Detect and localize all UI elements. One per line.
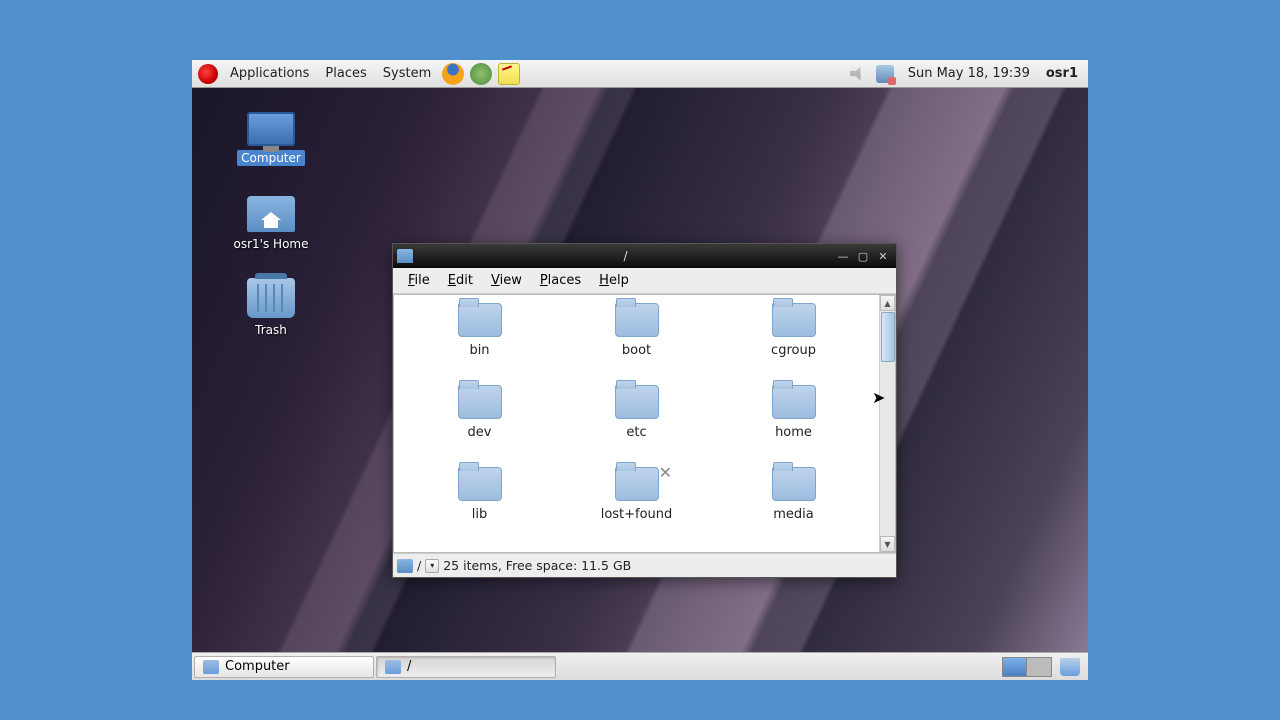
menu-view[interactable]: View xyxy=(482,271,531,290)
desktop-trash-icon[interactable]: Trash xyxy=(226,278,316,338)
file-manager-window: / — ▢ ✕ File Edit View Places Help bin bo… xyxy=(392,243,897,578)
menu-places[interactable]: Places xyxy=(531,271,590,290)
location-path[interactable]: / xyxy=(417,558,421,573)
taskbar-entry-computer[interactable]: Computer xyxy=(194,656,374,678)
trash-icon xyxy=(247,278,295,318)
network-icon[interactable] xyxy=(876,65,894,83)
status-text: 25 items, Free space: 11.5 GB xyxy=(443,558,631,573)
folder-lib[interactable]: lib xyxy=(406,467,553,545)
folder-boot[interactable]: boot xyxy=(563,303,710,381)
desktop-icon-label: Computer xyxy=(237,150,305,166)
clock[interactable]: Sun May 18, 19:39 xyxy=(898,66,1040,81)
folder-label: etc xyxy=(626,425,646,440)
menu-places[interactable]: Places xyxy=(317,60,374,87)
home-folder-icon xyxy=(247,196,295,232)
volume-icon[interactable] xyxy=(850,65,868,83)
workspace-2[interactable] xyxy=(1027,658,1051,676)
vertical-scrollbar[interactable]: ▲ ▼ xyxy=(879,295,895,552)
menu-file[interactable]: File xyxy=(399,271,439,290)
desktop-icon-label: Trash xyxy=(251,322,291,338)
desktop-icon-label: osr1's Home xyxy=(230,236,313,252)
notes-launcher-icon[interactable] xyxy=(498,63,520,85)
desktop[interactable]: Computer osr1's Home Trash / — ▢ ✕ File … xyxy=(192,88,1088,652)
folder-icon xyxy=(458,303,502,337)
folder-icon xyxy=(772,385,816,419)
scroll-up-button[interactable]: ▲ xyxy=(880,295,895,311)
folder-icon xyxy=(772,303,816,337)
folder-icon xyxy=(458,467,502,501)
status-bar: / ▾ 25 items, Free space: 11.5 GB xyxy=(393,553,896,577)
folder-home[interactable]: home xyxy=(720,385,867,463)
folder-label: media xyxy=(773,507,814,522)
computer-icon xyxy=(247,112,295,146)
workspace-1[interactable] xyxy=(1003,658,1027,676)
desktop-home-icon[interactable]: osr1's Home xyxy=(226,196,316,252)
scroll-track[interactable] xyxy=(880,363,895,536)
folder-icon xyxy=(615,385,659,419)
window-folder-icon xyxy=(397,249,413,263)
workspace-switcher[interactable] xyxy=(1002,657,1052,677)
folder-icon xyxy=(615,303,659,337)
menu-edit[interactable]: Edit xyxy=(439,271,482,290)
folder-etc[interactable]: etc xyxy=(563,385,710,463)
window-title: / xyxy=(419,249,832,263)
window-maximize-button[interactable]: ▢ xyxy=(854,248,872,264)
folder-bin[interactable]: bin xyxy=(406,303,553,381)
folder-cgroup[interactable]: cgroup xyxy=(720,303,867,381)
folder-icon xyxy=(458,385,502,419)
folder-label: home xyxy=(775,425,812,440)
folder-label: lost+found xyxy=(601,507,673,522)
menu-help[interactable]: Help xyxy=(590,271,638,290)
browser-launcher-icon[interactable] xyxy=(470,63,492,85)
panel-trash-icon[interactable] xyxy=(1060,658,1080,676)
folder-label: dev xyxy=(468,425,492,440)
task-label: / xyxy=(407,659,411,674)
task-computer-icon xyxy=(203,660,219,674)
scroll-down-button[interactable]: ▼ xyxy=(880,536,895,552)
task-label: Computer xyxy=(225,659,290,674)
folder-label: lib xyxy=(472,507,487,522)
window-close-button[interactable]: ✕ xyxy=(874,248,892,264)
task-folder-icon xyxy=(385,660,401,674)
distro-logo-icon[interactable] xyxy=(198,64,218,84)
file-manager-menubar: File Edit View Places Help xyxy=(393,268,896,294)
folder-label: bin xyxy=(469,343,489,358)
folder-media[interactable]: media xyxy=(720,467,867,545)
location-dropdown-button[interactable]: ▾ xyxy=(425,559,439,573)
location-folder-icon[interactable] xyxy=(397,559,413,573)
window-titlebar[interactable]: / — ▢ ✕ xyxy=(393,244,896,268)
folder-label: cgroup xyxy=(771,343,816,358)
folder-icon xyxy=(615,467,659,501)
user-menu[interactable]: osr1 xyxy=(1040,66,1088,81)
folder-label: boot xyxy=(622,343,651,358)
menu-system[interactable]: System xyxy=(375,60,439,87)
folder-dev[interactable]: dev xyxy=(406,385,553,463)
folder-icon xyxy=(772,467,816,501)
desktop-computer-icon[interactable]: Computer xyxy=(226,112,316,166)
firefox-launcher-icon[interactable] xyxy=(442,63,464,85)
scroll-thumb[interactable] xyxy=(881,312,895,362)
menu-applications[interactable]: Applications xyxy=(222,60,317,87)
folder-lost-found[interactable]: lost+found xyxy=(563,467,710,545)
window-minimize-button[interactable]: — xyxy=(834,248,852,264)
bottom-panel: Computer / xyxy=(192,652,1088,680)
icon-view[interactable]: bin boot cgroup dev etc home lib lost+found medi… xyxy=(394,295,879,552)
top-panel: Applications Places System Sun May 18, 1… xyxy=(192,60,1088,88)
taskbar-entry-filemanager[interactable]: / xyxy=(376,656,556,678)
